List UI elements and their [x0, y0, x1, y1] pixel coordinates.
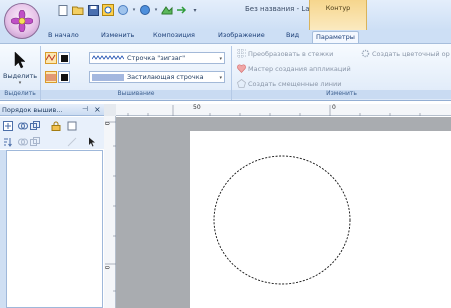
tab-parameters[interactable]: Параметры	[312, 31, 359, 43]
heart-icon	[237, 64, 246, 73]
tab-edit[interactable]: Изменить	[101, 31, 134, 43]
sew-order-panel-title: Порядок вышив...	[2, 106, 63, 114]
combo-arrow-icon: ▾	[219, 75, 222, 81]
fill-color-swatch[interactable]	[58, 71, 70, 83]
select-button[interactable]: Выделить ▾	[3, 46, 37, 90]
undo-icon[interactable]	[116, 3, 130, 17]
export-icon[interactable]	[175, 3, 189, 17]
select-label: Выделить	[3, 72, 38, 80]
close-panel-icon[interactable]: ×	[94, 105, 101, 114]
outline-color-swatch[interactable]	[58, 52, 70, 64]
zigzag-stitch-icon	[92, 55, 124, 60]
fill-stitch-combo[interactable]: Застилающая строчка ▾	[89, 71, 225, 83]
create-flower-pattern-button[interactable]: Создать цветочный ор	[361, 49, 450, 58]
combo-arrow-icon: ▾	[219, 56, 222, 62]
new-file-icon[interactable]	[56, 3, 70, 17]
move-down-icon[interactable]	[29, 136, 40, 147]
import-icon[interactable]	[160, 3, 174, 17]
sew-order-list[interactable]	[6, 150, 103, 308]
fill-stitch-value: Застилающая строчка	[127, 73, 204, 81]
redo-dropdown-icon[interactable]: ▾	[153, 3, 159, 17]
convert-to-stitches-label: Преобразовать в стежки	[248, 49, 334, 58]
zigzag-icon	[46, 54, 56, 61]
screen-preview-icon[interactable]	[101, 3, 115, 17]
move-up-icon[interactable]	[17, 136, 28, 147]
pin-panel-icon[interactable]: ⊣	[82, 105, 88, 113]
dashed-circle-shape[interactable]	[211, 154, 353, 286]
ruler-label-0: 0	[332, 104, 336, 111]
sew-order-panel-header: Порядок вышив... ⊣ ×	[0, 104, 104, 116]
ribbon: Выделить ▾ Выделить Строчка "зигзаг" ▾ З…	[0, 43, 451, 101]
horizontal-ruler[interactable]: 50 0	[116, 104, 451, 116]
horizontal-ruler-ticks	[127, 105, 421, 116]
group-label-change: Изменить	[232, 90, 451, 99]
qat-customize-icon[interactable]: ▾	[190, 3, 200, 17]
redo-icon[interactable]	[138, 3, 152, 17]
group-label-sewing: Вышивание	[41, 90, 231, 99]
ruler-label-v1: 0	[104, 265, 112, 270]
open-file-icon[interactable]	[71, 3, 85, 17]
quick-access-toolbar: ▾ ▾ ▾	[42, 3, 200, 17]
group-objects-icon[interactable]	[17, 120, 28, 131]
fill-sew-toggle[interactable]	[45, 71, 57, 83]
stitch-grid-icon	[237, 49, 246, 58]
applique-wizard-label: Мастер создания аппликаций	[248, 64, 351, 73]
context-group-label: Контур	[325, 4, 351, 12]
title-bar: ▾ ▾ ▾ Без названия - Layout & E... Конту…	[0, 0, 451, 30]
sort-order-icon[interactable]	[2, 136, 13, 147]
vertical-ruler-ticks	[105, 121, 116, 292]
convert-to-stitches-button[interactable]: Преобразовать в стежки	[237, 49, 333, 58]
outline-stitch-combo[interactable]: Строчка "зигзаг" ▾	[89, 52, 225, 64]
create-offset-lines-button[interactable]: Создать смещенные линии	[237, 79, 342, 88]
save-icon[interactable]	[86, 3, 100, 17]
ribbon-tabs: В начало Изменить Композиция Изображение…	[0, 30, 451, 43]
sew-order-toolbar	[0, 117, 104, 149]
application-button[interactable]	[4, 3, 40, 39]
outline-sew-toggle[interactable]	[45, 52, 57, 64]
select-all-icon[interactable]	[2, 120, 13, 131]
satin-stitch-icon	[92, 73, 124, 81]
arrow-cursor-icon	[14, 51, 26, 69]
offset-lines-icon	[237, 79, 246, 88]
create-flower-pattern-label: Создать цветочный ор	[372, 49, 450, 58]
tab-image[interactable]: Изображение	[218, 31, 265, 43]
frame-icon[interactable]	[66, 120, 77, 131]
line-icon[interactable]	[66, 136, 77, 147]
vertical-ruler[interactable]: 0 0	[104, 116, 116, 308]
flower-gear-icon	[361, 49, 370, 58]
create-offset-lines-label: Создать смещенные линии	[248, 79, 342, 88]
context-tab-group: Контур	[309, 0, 367, 30]
tab-composition[interactable]: Композиция	[153, 31, 195, 43]
fill-stitch-icon	[46, 73, 56, 81]
tab-view[interactable]: Вид	[286, 31, 299, 43]
combine-objects-icon[interactable]	[29, 120, 40, 131]
applique-wizard-button[interactable]: Мастер создания аппликаций	[237, 64, 351, 73]
group-label-select: Выделить	[0, 90, 40, 99]
tab-home[interactable]: В начало	[48, 31, 79, 43]
ruler-corner	[104, 104, 116, 116]
pointer-icon[interactable]	[86, 136, 97, 147]
outline-sew-row	[45, 52, 73, 64]
outline-stitch-value: Строчка "зигзаг"	[127, 54, 186, 62]
select-dropdown-icon: ▾	[18, 80, 22, 86]
ruler-label-50: 50	[193, 104, 201, 111]
flower-logo-icon	[11, 10, 33, 32]
undo-dropdown-icon[interactable]: ▾	[131, 3, 137, 17]
ruler-label-v0: 0	[104, 121, 112, 126]
fill-sew-row	[45, 71, 73, 83]
lock-icon[interactable]	[50, 120, 61, 131]
